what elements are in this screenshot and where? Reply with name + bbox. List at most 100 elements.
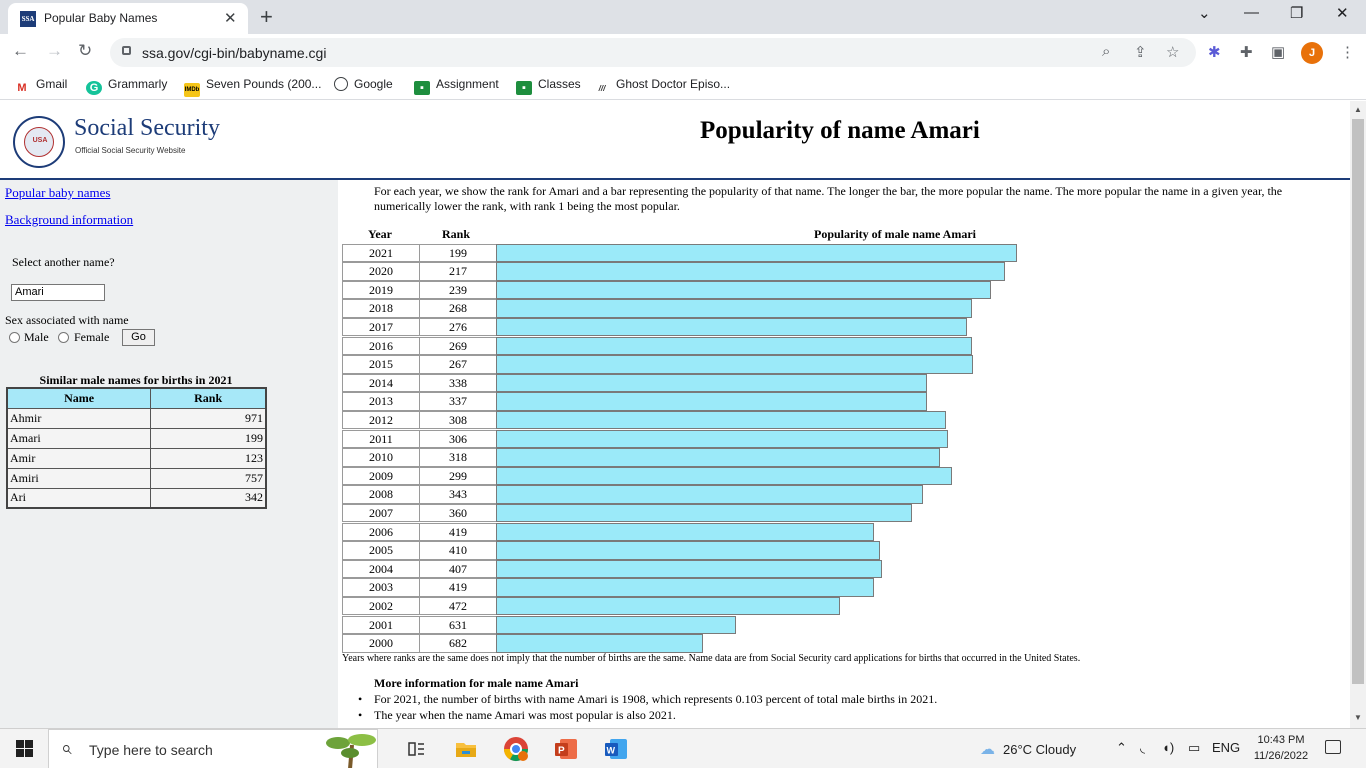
scroll-down-icon[interactable]: ▼: [1354, 713, 1362, 722]
word-icon[interactable]: W: [602, 735, 630, 763]
year-cell: 2007: [342, 503, 419, 523]
clock-date: 11/26/2022: [1253, 750, 1309, 762]
bookmark-google[interactable]: Google: [334, 77, 393, 91]
powerpoint-icon[interactable]: P: [552, 735, 580, 763]
similar-name: Amari: [6, 427, 152, 449]
restore-icon[interactable]: ❐: [1290, 4, 1303, 22]
year-cell: 2002: [342, 596, 419, 616]
male-radio[interactable]: [9, 332, 20, 343]
popularity-bar: [496, 355, 973, 374]
sidebar: Popular baby names Background informatio…: [0, 180, 338, 728]
popularity-bar: [496, 522, 874, 542]
background-information-link[interactable]: Background information: [5, 212, 133, 228]
ssa-favicon-icon: SSA: [20, 11, 36, 27]
chart-row: 2006 419: [342, 522, 1342, 542]
classroom-icon: ▪: [516, 81, 532, 95]
popularity-bar: [496, 317, 967, 337]
cloud-icon: ☁: [980, 741, 995, 758]
male-label: Male: [24, 330, 49, 344]
minimize-icon[interactable]: —: [1244, 4, 1259, 21]
col-header-name: Name: [6, 387, 152, 409]
battery-icon[interactable]: ▭: [1188, 740, 1200, 756]
logo-title[interactable]: Social Security: [74, 115, 220, 142]
popularity-bar: [496, 448, 940, 467]
profile-avatar[interactable]: J: [1301, 42, 1323, 64]
popularity-bar: [496, 243, 1017, 263]
reload-icon[interactable]: ↻: [78, 41, 92, 61]
forward-icon[interactable]: →: [46, 41, 63, 61]
rank-cell: 239: [419, 280, 496, 300]
wifi-icon[interactable]: ◟: [1140, 740, 1145, 756]
file-explorer-icon[interactable]: [452, 735, 480, 763]
rank-cell: 419: [419, 578, 496, 597]
close-window-icon[interactable]: ✕: [1336, 4, 1349, 22]
col-header-rank: Rank: [150, 387, 267, 409]
chrome-icon[interactable]: [502, 735, 530, 763]
puzzle-icon[interactable]: ✚: [1240, 43, 1253, 61]
plant-widget-icon[interactable]: [320, 731, 382, 768]
address-bar[interactable]: ssa.gov/cgi-bin/babyname.cgi ⌕ ⇪ ☆: [110, 38, 1196, 67]
similar-rank: 757: [150, 467, 267, 489]
scroll-thumb[interactable]: [1352, 119, 1364, 684]
table-row: Amiri 757: [6, 467, 267, 489]
weather-text: 26°C Cloudy: [1003, 742, 1077, 757]
tray-chevron-icon[interactable]: ⌃: [1116, 740, 1127, 756]
page-scrollbar[interactable]: ▲ ▼: [1350, 101, 1366, 728]
back-icon[interactable]: ←: [12, 41, 29, 61]
weather-widget[interactable]: ☁ 26°C Cloudy: [980, 740, 1076, 758]
system-clock[interactable]: 10:43 PM 11/26/2022: [1246, 732, 1316, 764]
popularity-bar: [496, 634, 703, 653]
browser-tab[interactable]: SSA Popular Baby Names ✕: [8, 3, 248, 34]
year-cell: 2019: [342, 280, 419, 300]
lock-icon[interactable]: [122, 46, 131, 55]
menu-icon[interactable]: ⋮: [1340, 43, 1355, 61]
scroll-up-icon[interactable]: ▲: [1354, 105, 1362, 114]
language-indicator[interactable]: ENG: [1212, 740, 1240, 755]
popularity-bar: [496, 596, 840, 616]
bookmark-seven-pounds[interactable]: IMDb Seven Pounds (200...: [184, 77, 321, 97]
popularity-chart: Year Rank Popularity of male name Amari …: [342, 226, 1342, 666]
svg-text:W: W: [607, 746, 616, 756]
name-input[interactable]: Amari: [11, 284, 105, 301]
year-cell: 2001: [342, 615, 419, 635]
bookmark-classes[interactable]: ▪ Classes: [516, 77, 581, 95]
tab-title: Popular Baby Names: [44, 11, 158, 25]
table-row: Amir 123: [6, 447, 267, 469]
year-cell: 2004: [342, 559, 419, 579]
close-tab-icon[interactable]: ✕: [224, 9, 237, 27]
volume-icon[interactable]: ◖): [1162, 740, 1174, 755]
bookmark-assignment[interactable]: ▪ Assignment: [414, 77, 499, 95]
tab-search-icon[interactable]: ⌄: [1198, 4, 1211, 22]
google-icon: [334, 77, 348, 91]
bookmark-grammarly[interactable]: G Grammarly: [86, 77, 167, 95]
windows-start-icon[interactable]: [16, 740, 33, 757]
side-panel-icon[interactable]: ▣: [1271, 43, 1285, 61]
rank-cell: 306: [419, 429, 496, 449]
task-view-icon[interactable]: [402, 735, 430, 763]
female-radio[interactable]: [58, 332, 69, 343]
year-cell: 2017: [342, 317, 419, 337]
rank-cell: 682: [419, 634, 496, 653]
bookmark-gmail[interactable]: M Gmail: [14, 77, 67, 95]
year-cell: 2021: [342, 243, 419, 263]
ssa-seal-icon[interactable]: USA: [13, 116, 65, 168]
logo-subtitle: Official Social Security Website: [75, 146, 186, 155]
similar-rank: 199: [150, 427, 267, 449]
share-icon[interactable]: ⇪: [1134, 43, 1147, 61]
year-cell: 2013: [342, 392, 419, 411]
extension-icon[interactable]: ✱: [1208, 43, 1221, 61]
popularity-bar: [496, 373, 927, 393]
similar-name: Amir: [6, 447, 152, 469]
chart-row: 2011 306: [342, 429, 1342, 449]
go-button[interactable]: Go: [122, 329, 155, 346]
bookmark-star-icon[interactable]: ☆: [1166, 43, 1179, 61]
popular-baby-names-link[interactable]: Popular baby names: [5, 185, 110, 201]
zoom-icon[interactable]: ⌕: [1102, 43, 1110, 60]
rank-cell: 343: [419, 485, 496, 504]
new-tab-icon[interactable]: +: [260, 4, 273, 30]
chart-row: 2021 199: [342, 243, 1342, 263]
table-row: Amari 199: [6, 427, 267, 449]
notifications-icon[interactable]: [1325, 740, 1341, 754]
url-text[interactable]: ssa.gov/cgi-bin/babyname.cgi: [142, 45, 326, 61]
bookmark-ghost-doctor[interactable]: ///Ghost Doctor Episo...: [594, 77, 730, 96]
